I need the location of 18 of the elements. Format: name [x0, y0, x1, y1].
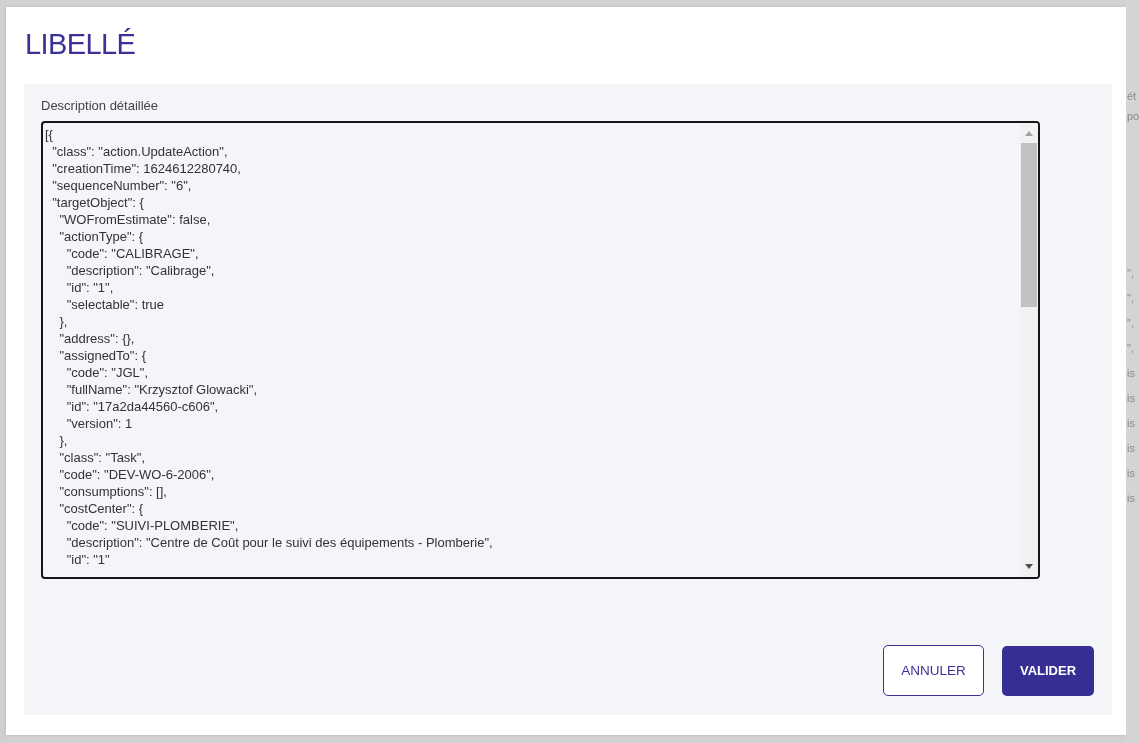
backdrop-text: ",	[1126, 316, 1134, 331]
backdrop-text: ",	[1126, 266, 1134, 281]
dialog-title: LIBELLÉ	[25, 27, 136, 62]
backdrop-text: is	[1126, 441, 1135, 456]
backdrop-text: is	[1126, 466, 1135, 481]
scrollbar[interactable]	[1020, 123, 1038, 577]
backdrop-text: po	[1126, 109, 1140, 124]
backdrop-text: is	[1126, 391, 1135, 406]
backdrop-text: is	[1126, 416, 1135, 431]
cancel-button[interactable]: ANNULER	[883, 645, 984, 696]
backdrop-text: ét	[1126, 89, 1137, 104]
backdrop-text: ",	[1126, 341, 1134, 356]
backdrop-text: ",	[1126, 291, 1134, 306]
backdrop-text: is	[1126, 491, 1135, 506]
description-field[interactable]: [{ "class": "action.UpdateAction", "creationTime": 1624612280740, "sequenceNumber": "6", "targetObject": { "WOFromEstimate": false, "actionType": { "code": "CALIBRAGE", "description": "Calibrage", "id": "1", "selectable": true }, "address": {}, "assignedTo": { "code": "JGL", "fullName": "Krzysztof Glowacki", "id": "17a2da44560-c606", "version": 1 }, "class": "Task", "code": "DEV-WO-6-2006", "consumptions": [], "costCenter": { "code": "SUIVI-PLOMBERIE", "description": "Centre de Coût pour le suivi des équipements - Plomberie", "id": "1"	[41, 121, 1040, 579]
field-label: Description détaillée	[41, 98, 159, 114]
backdrop-text: is	[1126, 366, 1135, 381]
confirm-button[interactable]: VALIDER	[1002, 645, 1094, 696]
